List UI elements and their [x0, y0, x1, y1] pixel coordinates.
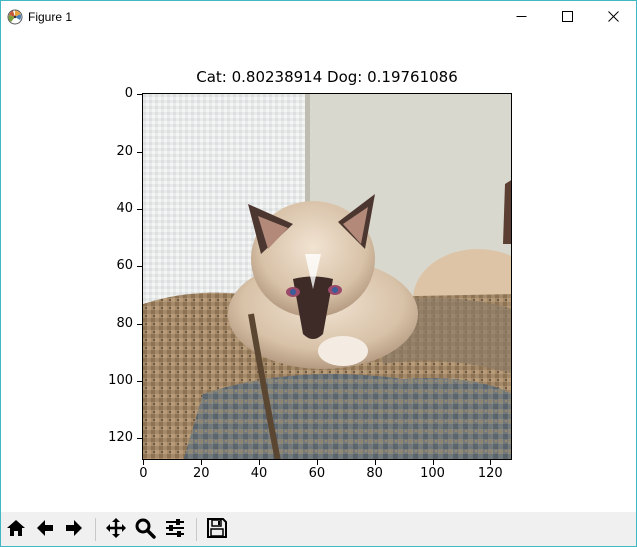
y-tick-mark — [137, 266, 142, 268]
zoom-button[interactable] — [131, 516, 158, 543]
x-tick-label: 40 — [250, 466, 268, 481]
window-title: Figure 1 — [28, 10, 73, 24]
back-arrow-icon — [34, 517, 56, 543]
x-tick-label: 120 — [477, 466, 503, 481]
y-tick-label: 80 — [116, 315, 133, 331]
plot-title: Cat: 0.80238914 Dog: 0.19761086 — [196, 68, 458, 86]
y-tick-mark — [137, 94, 142, 96]
matplotlib-logo-icon — [7, 9, 23, 25]
x-tick-label: 20 — [192, 466, 210, 481]
maximize-icon — [561, 7, 573, 26]
y-tick-mark — [137, 209, 142, 211]
figure-canvas[interactable]: Cat: 0.80238914 Dog: 0.19761086 0 20 40 … — [1, 32, 636, 512]
x-tick-mark — [432, 460, 434, 465]
y-tick-label: 100 — [108, 373, 133, 389]
pan-move-icon — [105, 517, 127, 543]
y-tick-label: 0 — [124, 86, 133, 102]
y-tick-label: 120 — [108, 430, 133, 446]
x-tick-label: 80 — [366, 466, 383, 481]
save-button[interactable] — [203, 516, 230, 543]
minimize-button[interactable] — [498, 1, 544, 32]
close-icon — [607, 7, 619, 26]
forward-button[interactable] — [60, 516, 87, 543]
figure-window: Figure 1 Cat: 0.80238914 Dog: 0.19761086 — [0, 0, 637, 547]
x-tick-label: 0 — [139, 466, 148, 481]
maximize-button[interactable] — [544, 1, 590, 32]
y-tick-mark — [137, 381, 142, 383]
zoom-magnifier-icon — [134, 517, 156, 543]
forward-arrow-icon — [63, 517, 85, 543]
home-icon — [5, 517, 27, 543]
pan-button[interactable] — [102, 516, 129, 543]
toolbar-separator — [196, 518, 197, 541]
configure-subplots-button[interactable] — [161, 516, 188, 543]
x-tick-mark — [490, 460, 492, 465]
y-tick-mark — [137, 438, 142, 440]
y-tick-mark — [137, 151, 142, 153]
x-tick-mark — [259, 460, 261, 465]
x-tick-label: 60 — [308, 466, 326, 481]
save-floppy-icon — [206, 517, 228, 543]
subplots-sliders-icon — [164, 517, 186, 543]
minimize-icon — [516, 7, 527, 26]
cat-photo-svg — [143, 94, 511, 459]
x-tick-mark — [374, 460, 376, 465]
x-tick-label: 100 — [420, 466, 445, 481]
close-button[interactable] — [590, 1, 636, 32]
x-tick-mark — [316, 460, 318, 465]
y-tick-label: 60 — [116, 258, 133, 274]
y-tick-mark — [137, 323, 142, 325]
navigation-toolbar — [1, 512, 636, 546]
y-tick-label: 20 — [116, 143, 133, 159]
y-tick-label: 40 — [116, 201, 133, 217]
x-tick-mark — [201, 460, 203, 465]
back-button[interactable] — [31, 516, 58, 543]
x-tick-mark — [143, 460, 145, 465]
home-button[interactable] — [2, 516, 29, 543]
cat-image[interactable] — [142, 93, 512, 460]
title-bar[interactable]: Figure 1 — [1, 1, 636, 32]
toolbar-separator — [95, 518, 96, 541]
